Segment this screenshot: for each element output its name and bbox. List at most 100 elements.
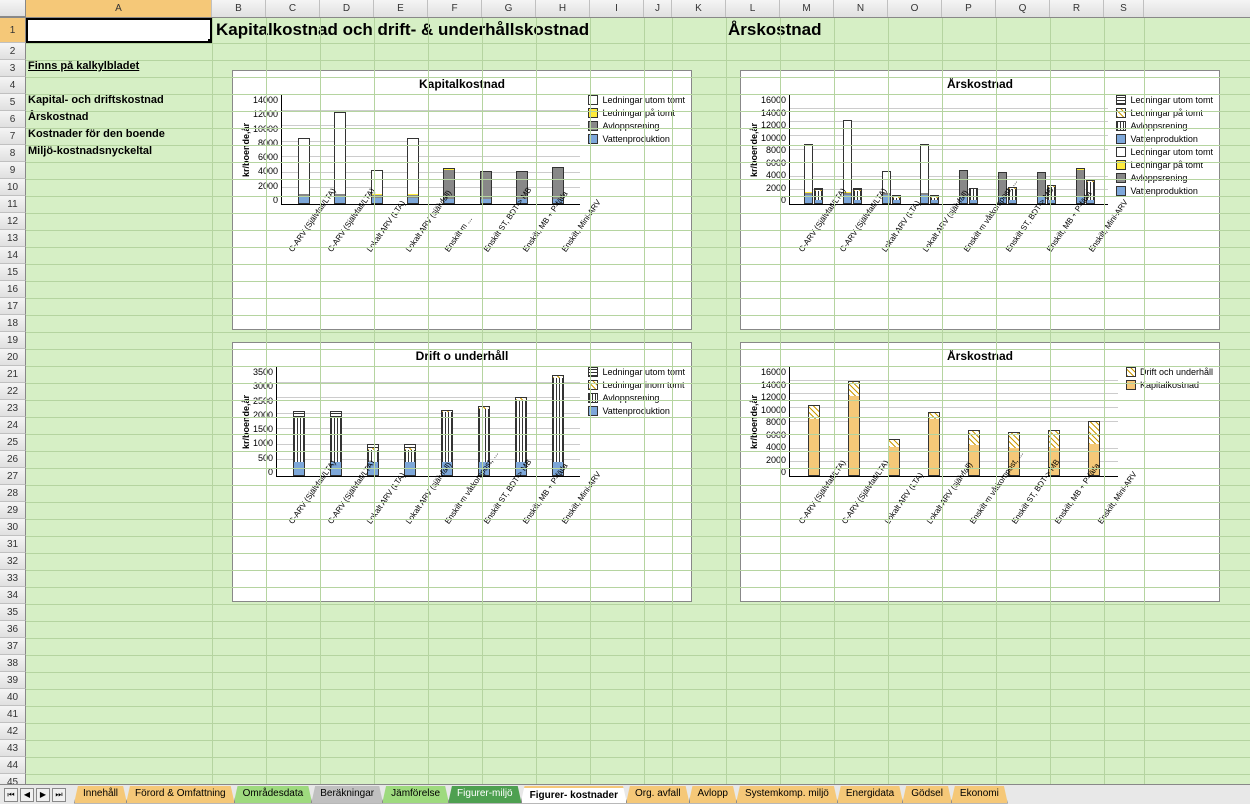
row-header-16[interactable]: 16 — [0, 281, 26, 298]
tab-first-button[interactable]: ⏮ — [4, 788, 18, 802]
row-header-38[interactable]: 38 — [0, 655, 26, 672]
chart-drift-underhall[interactable]: Drift o underhållkr/boende,år35003000250… — [232, 342, 692, 602]
row-header-15[interactable]: 15 — [0, 264, 26, 281]
sheet-tab[interactable]: Ekonomi — [951, 786, 1008, 804]
sidebar-item: Årskostnad — [28, 111, 89, 123]
sheet-tab[interactable]: Förord & Omfattning — [126, 786, 235, 804]
col-header-E[interactable]: E — [374, 0, 428, 17]
row-header-10[interactable]: 10 — [0, 179, 26, 196]
row-header-9[interactable]: 9 — [0, 162, 26, 179]
heading-left: Kapitalkostnad och drift- & underhållsko… — [216, 20, 589, 40]
row-header-26[interactable]: 26 — [0, 451, 26, 468]
row-header-1[interactable]: 1 — [0, 18, 26, 43]
row-header-43[interactable]: 43 — [0, 740, 26, 757]
col-header-D[interactable]: D — [320, 0, 374, 17]
sheet-tab[interactable]: Energidata — [837, 786, 903, 804]
tab-next-button[interactable]: ▶ — [36, 788, 50, 802]
row-header-3[interactable]: 3 — [0, 60, 26, 77]
row-header-8[interactable]: 8 — [0, 145, 26, 162]
sidebar-title: Finns på kalkylbladet — [28, 60, 139, 72]
row-header-13[interactable]: 13 — [0, 230, 26, 247]
col-header-Q[interactable]: Q — [996, 0, 1050, 17]
tab-last-button[interactable]: ⏭ — [52, 788, 66, 802]
sheet-tab[interactable]: Figurer- kostnader — [521, 786, 627, 804]
col-header-M[interactable]: M — [780, 0, 834, 17]
row-header-11[interactable]: 11 — [0, 196, 26, 213]
col-header-L[interactable]: L — [726, 0, 780, 17]
col-header-C[interactable]: C — [266, 0, 320, 17]
row-header-21[interactable]: 21 — [0, 366, 26, 383]
sheet-tab[interactable]: Org. avfall — [626, 786, 690, 804]
col-header-H[interactable]: H — [536, 0, 590, 17]
row-header-23[interactable]: 23 — [0, 400, 26, 417]
col-header-S[interactable]: S — [1104, 0, 1144, 17]
chart-title: Kapitalkostnad — [239, 77, 685, 91]
row-headers: 1234567891011121314151617181920212223242… — [0, 18, 26, 791]
row-header-33[interactable]: 33 — [0, 570, 26, 587]
row-header-41[interactable]: 41 — [0, 706, 26, 723]
row-header-25[interactable]: 25 — [0, 434, 26, 451]
sidebar-item: Kostnader för den boende — [28, 128, 165, 140]
sheet-tab[interactable]: Gödsel — [902, 786, 952, 804]
sheet-tab[interactable]: Beräkningar — [311, 786, 383, 804]
row-header-7[interactable]: 7 — [0, 128, 26, 145]
sheet-tab[interactable]: Innehåll — [74, 786, 127, 804]
tab-prev-button[interactable]: ◀ — [20, 788, 34, 802]
row-header-42[interactable]: 42 — [0, 723, 26, 740]
row-header-34[interactable]: 34 — [0, 587, 26, 604]
row-header-31[interactable]: 31 — [0, 536, 26, 553]
sheet-tab[interactable]: Jämförelse — [382, 786, 449, 804]
heading-right: Årskostnad — [728, 20, 822, 40]
row-header-24[interactable]: 24 — [0, 417, 26, 434]
col-header-O[interactable]: O — [888, 0, 942, 17]
chart-arskostnad-stacked[interactable]: Årskostnadkr/boende,år160001400012000100… — [740, 70, 1220, 330]
row-header-32[interactable]: 32 — [0, 553, 26, 570]
row-header-35[interactable]: 35 — [0, 604, 26, 621]
col-header-J[interactable]: J — [644, 0, 672, 17]
col-header-R[interactable]: R — [1050, 0, 1104, 17]
col-header-F[interactable]: F — [428, 0, 482, 17]
row-header-29[interactable]: 29 — [0, 502, 26, 519]
chart-kapitalkostnad[interactable]: Kapitalkostnadkr/boende,år14000120001000… — [232, 70, 692, 330]
col-header-K[interactable]: K — [672, 0, 726, 17]
row-header-28[interactable]: 28 — [0, 485, 26, 502]
row-header-22[interactable]: 22 — [0, 383, 26, 400]
row-header-36[interactable]: 36 — [0, 621, 26, 638]
col-header-A[interactable]: A — [26, 0, 212, 17]
chart-arskostnad-total[interactable]: Årskostnadkr/boende,år160001400012000100… — [740, 342, 1220, 602]
spreadsheet-grid[interactable]: Kapitalkostnad och drift- & underhållsko… — [26, 18, 1250, 784]
row-header-39[interactable]: 39 — [0, 672, 26, 689]
sheet-tab[interactable]: Områdesdata — [234, 786, 313, 804]
row-header-44[interactable]: 44 — [0, 757, 26, 774]
sheet-tab[interactable]: Systemkomp. miljö — [736, 786, 838, 804]
row-header-20[interactable]: 20 — [0, 349, 26, 366]
col-header-B[interactable]: B — [212, 0, 266, 17]
sheet-tab[interactable]: Figurer-miljö — [448, 786, 522, 804]
row-header-40[interactable]: 40 — [0, 689, 26, 706]
active-cell[interactable] — [26, 18, 212, 43]
chart-title: Drift o underhåll — [239, 349, 685, 363]
col-header-I[interactable]: I — [590, 0, 644, 17]
row-header-30[interactable]: 30 — [0, 519, 26, 536]
row-header-37[interactable]: 37 — [0, 638, 26, 655]
select-all-corner[interactable] — [0, 0, 26, 17]
row-header-5[interactable]: 5 — [0, 94, 26, 111]
row-header-2[interactable]: 2 — [0, 43, 26, 60]
sheet-tab-bar: ⏮ ◀ ▶ ⏭ InnehållFörord & OmfattningOmråd… — [0, 784, 1250, 804]
sheet-tab[interactable]: Avlopp — [689, 786, 737, 804]
row-header-6[interactable]: 6 — [0, 111, 26, 128]
col-header-N[interactable]: N — [834, 0, 888, 17]
row-header-4[interactable]: 4 — [0, 77, 26, 94]
column-headers: ABCDEFGHIJKLMNOPQRS — [0, 0, 1250, 18]
row-header-18[interactable]: 18 — [0, 315, 26, 332]
sidebar-item: Miljö-kostnadsnyckeltal — [28, 145, 152, 157]
sidebar-item: Kapital- och driftskostnad — [28, 94, 164, 106]
row-header-12[interactable]: 12 — [0, 213, 26, 230]
col-header-P[interactable]: P — [942, 0, 996, 17]
row-header-27[interactable]: 27 — [0, 468, 26, 485]
tab-nav: ⏮ ◀ ▶ ⏭ — [0, 788, 70, 802]
row-header-14[interactable]: 14 — [0, 247, 26, 264]
row-header-17[interactable]: 17 — [0, 298, 26, 315]
col-header-G[interactable]: G — [482, 0, 536, 17]
row-header-19[interactable]: 19 — [0, 332, 26, 349]
